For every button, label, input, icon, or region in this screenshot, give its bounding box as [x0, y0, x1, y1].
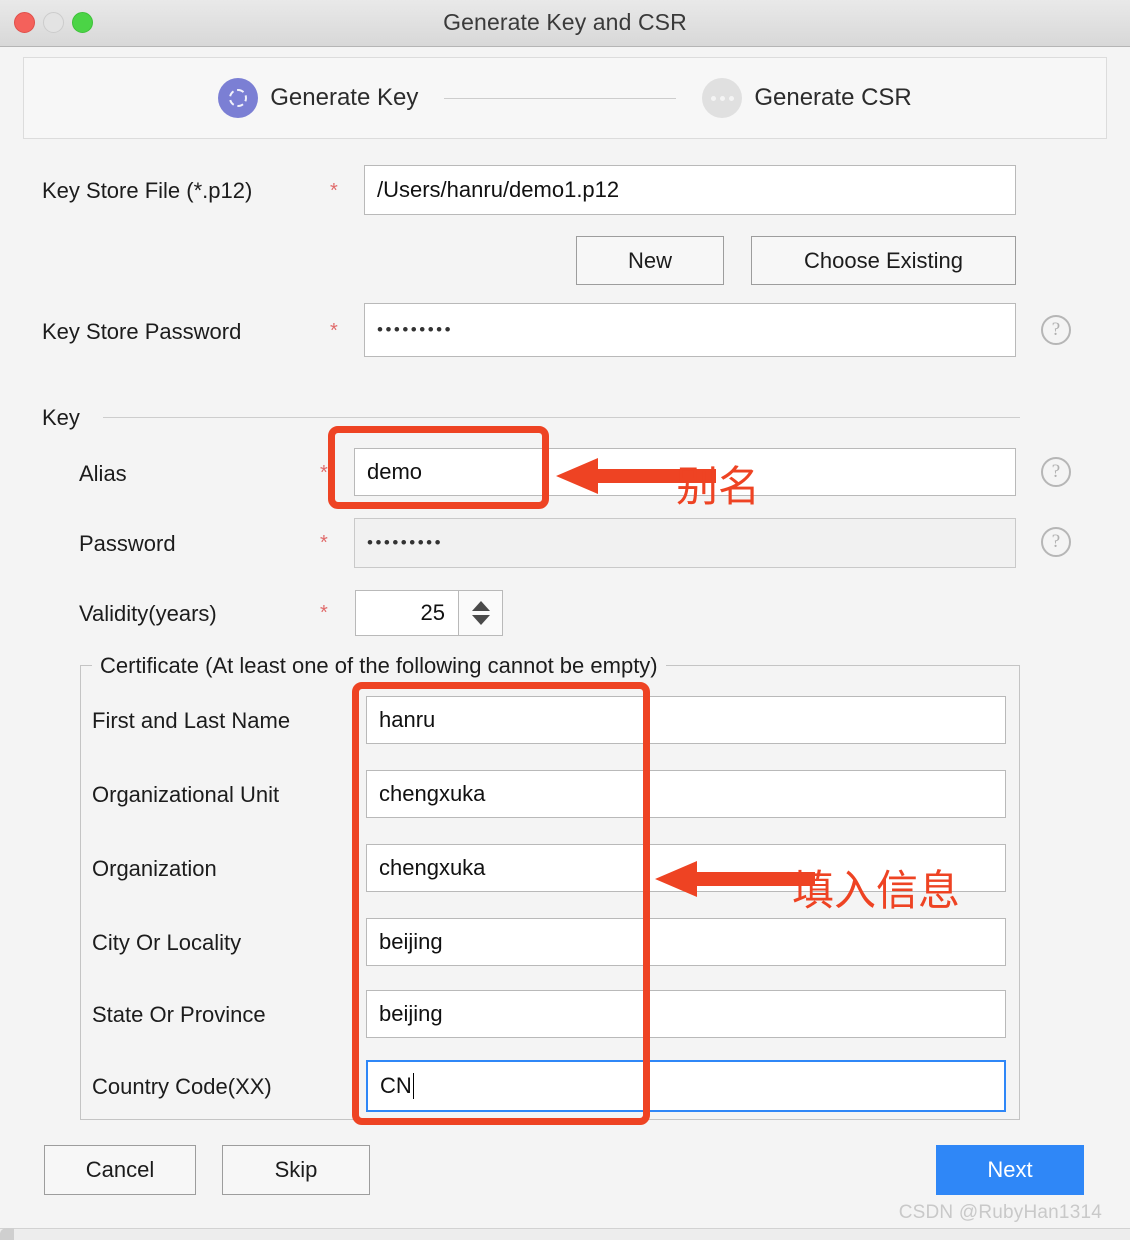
key-password-required-marker: * — [320, 532, 328, 554]
watermark-text: CSDN @RubyHan1314 — [898, 1202, 1102, 1223]
alias-label: Alias — [79, 461, 127, 486]
stepper-up-icon[interactable] — [471, 601, 490, 611]
key-store-password-label: Key Store Password — [42, 319, 242, 344]
step-generate-key[interactable]: Generate Key — [218, 78, 418, 118]
key-password-label: Password — [79, 531, 176, 556]
certificate-legend: Certificate (At least one of the followi… — [92, 653, 666, 679]
alias-help-icon[interactable]: ? — [1041, 457, 1071, 487]
key-store-password-value: ••••••••• — [377, 320, 454, 339]
step-generate-key-label: Generate Key — [270, 84, 419, 111]
certificate-annotation-text: 填入信息 — [792, 866, 961, 915]
city-or-locality-input[interactable]: beijing — [366, 918, 1006, 966]
key-password-help-icon[interactable]: ? — [1041, 527, 1071, 557]
key-store-password-input[interactable]: ••••••••• — [364, 303, 1016, 357]
country-code-label: Country Code(XX) — [92, 1074, 272, 1099]
stepper-down-icon[interactable] — [471, 615, 490, 625]
ellipsis-icon — [702, 78, 743, 118]
validity-label: Validity(years) — [79, 601, 217, 626]
state-or-province-label: State Or Province — [92, 1002, 266, 1027]
organizational-unit-input[interactable]: chengxuka — [366, 770, 1006, 818]
key-group-title: Key — [42, 405, 90, 431]
next-button[interactable]: Next — [936, 1145, 1084, 1195]
step-generate-csr[interactable]: Generate CSR — [702, 78, 912, 118]
state-or-province-input[interactable]: beijing — [366, 990, 1006, 1038]
city-or-locality-label: City Or Locality — [92, 930, 242, 955]
skip-button[interactable]: Skip — [222, 1145, 370, 1195]
background-window-strip — [0, 1228, 1130, 1240]
organization-label: Organization — [92, 856, 217, 881]
first-and-last-name-input[interactable]: hanru — [366, 696, 1006, 744]
window-title: Generate Key and CSR — [443, 9, 687, 35]
country-code-input[interactable]: CN — [366, 1060, 1006, 1112]
new-keystore-button[interactable]: New — [576, 236, 724, 285]
alias-required-marker: * — [320, 462, 328, 484]
key-group-divider — [103, 417, 1020, 418]
key-store-file-input[interactable]: /Users/hanru/demo1.p12 — [364, 165, 1016, 215]
text-cursor — [412, 1073, 415, 1099]
key-store-password-required-marker: * — [330, 320, 338, 342]
validity-required-marker: * — [320, 602, 328, 624]
first-and-last-name-label: First and Last Name — [92, 708, 291, 733]
generate-key-csr-dialog: Generate Key and CSR Generate Key Genera… — [0, 0, 1130, 1240]
background-window-corner — [0, 1228, 14, 1240]
choose-existing-keystore-button[interactable]: Choose Existing — [751, 236, 1016, 285]
key-password-value: ••••••••• — [367, 533, 444, 552]
validity-stepper[interactable]: 25 — [355, 590, 503, 636]
wizard-step-bar: Generate Key Generate CSR — [23, 57, 1107, 139]
key-store-file-required-marker: * — [330, 180, 338, 202]
key-store-password-help-icon[interactable]: ? — [1041, 315, 1071, 345]
step-connector — [444, 97, 677, 99]
step-generate-csr-label: Generate CSR — [754, 84, 912, 111]
cancel-button[interactable]: Cancel — [44, 1145, 196, 1195]
dashed-ring-icon — [218, 78, 259, 118]
validity-value[interactable]: 25 — [356, 591, 458, 635]
key-store-file-label: Key Store File (*.p12) — [42, 178, 253, 203]
organizational-unit-label: Organizational Unit — [92, 782, 280, 807]
key-password-input[interactable]: ••••••••• — [354, 518, 1016, 568]
validity-stepper-buttons[interactable] — [458, 591, 502, 635]
country-code-value: CN — [380, 1073, 412, 1098]
alias-annotation-text: 别名 — [676, 462, 761, 511]
window-titlebar: Generate Key and CSR — [0, 0, 1130, 47]
